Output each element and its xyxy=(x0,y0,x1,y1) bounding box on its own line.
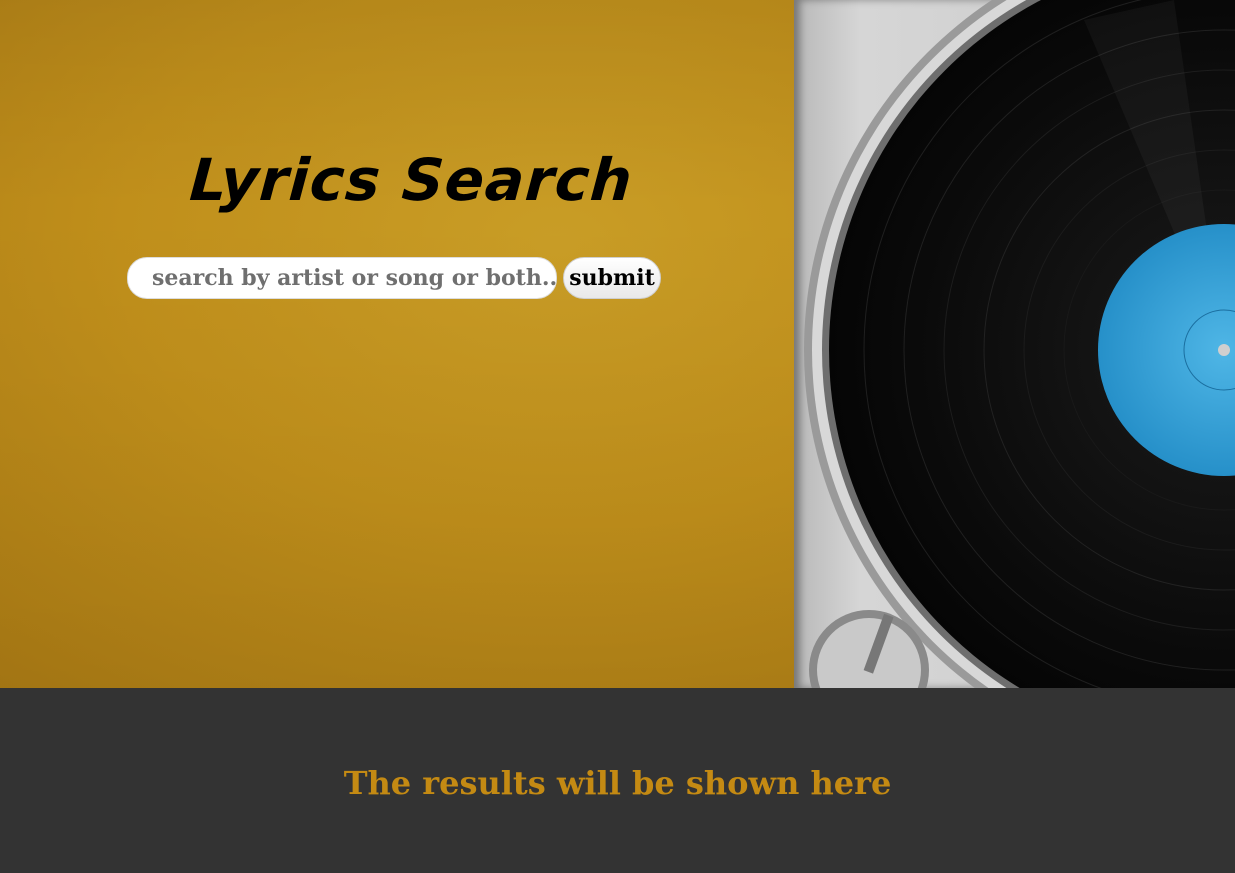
page-title: Lyrics Search xyxy=(187,146,636,214)
search-input[interactable] xyxy=(127,257,557,299)
search-form: submit xyxy=(127,257,661,299)
vinyl-record-illustration xyxy=(804,0,1235,688)
spindle xyxy=(1218,344,1230,356)
hero-background-overlay xyxy=(0,0,794,688)
turntable-image xyxy=(794,0,1235,688)
results-section: The results will be shown here xyxy=(0,688,1235,873)
hero-section: Lyrics Search submit xyxy=(0,0,1235,688)
results-placeholder-message: The results will be shown here xyxy=(343,764,892,802)
submit-button[interactable]: submit xyxy=(563,257,661,299)
